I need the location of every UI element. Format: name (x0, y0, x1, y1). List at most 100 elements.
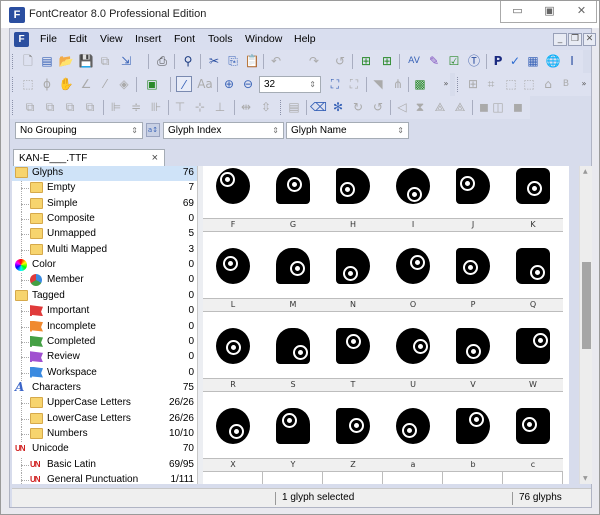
document-icon[interactable]: F (14, 32, 29, 47)
tree-item[interactable]: Completed 0 (12, 334, 197, 350)
insert-glyph-icon[interactable]: ⊞ (358, 53, 374, 69)
distribute-h-icon[interactable]: ⇹ (238, 99, 254, 115)
lock-icon[interactable]: ⌂ (540, 76, 556, 92)
print-icon[interactable]: ⎙ (154, 53, 170, 69)
tree-item[interactable]: Color 0 (12, 258, 197, 273)
scroll-thumb[interactable] (582, 262, 591, 349)
rectangle-select-icon[interactable]: ⬚ (20, 76, 36, 92)
grouping-select[interactable]: No Grouping ⇕ (15, 122, 143, 139)
zoom-level-input[interactable]: 32 ⇕ (259, 76, 321, 93)
toolbar-grip[interactable] (12, 100, 15, 115)
align-top-icon[interactable]: ⊤ (172, 99, 188, 115)
tree-item[interactable]: Composite 0 (12, 212, 197, 228)
menu-help[interactable]: Help (294, 33, 316, 45)
glyph-cell[interactable]: a (383, 392, 443, 472)
subtract-icon[interactable]: ◼ (510, 99, 526, 115)
mdi-close-button[interactable]: ✕ (583, 33, 596, 46)
bounds-icon[interactable]: ⬚ (503, 76, 519, 92)
mirror-icon[interactable]: ⟁ (452, 99, 468, 115)
bug-icon[interactable]: ✻ (330, 99, 346, 115)
glyph-cell[interactable]: G (263, 166, 323, 232)
zoom-in-icon[interactable]: ⊕ (221, 76, 237, 92)
zoom-out-icon[interactable]: ⊖ (240, 76, 256, 92)
tree-item[interactable]: Multi Mapped 3 (12, 242, 197, 258)
tree-item[interactable]: UN Unicode 70 (12, 442, 197, 457)
glyph-cell[interactable]: J (443, 166, 503, 232)
overflow-icon[interactable]: » (576, 76, 592, 92)
export-icon[interactable]: ⇲ (118, 53, 134, 69)
flip-h-icon[interactable]: ⧗ (412, 99, 428, 115)
test-icon[interactable]: ✎ (426, 53, 442, 69)
tree-item[interactable]: Review 0 (12, 350, 197, 366)
glyph-cell[interactable]: V (443, 312, 503, 392)
glyph-cell[interactable]: S (263, 312, 323, 392)
mdi-restore-button[interactable]: ❐ (568, 33, 582, 46)
minimize-button[interactable]: ▭ (501, 1, 534, 21)
toolbar-grip[interactable] (457, 77, 460, 92)
glyph-cell[interactable]: O (383, 232, 443, 312)
mdi-minimize-button[interactable]: _ (553, 33, 567, 46)
paste-icon[interactable]: 📋 (244, 53, 260, 69)
glyph-cell[interactable] (443, 472, 503, 484)
scroll-down-icon[interactable]: ▼ (583, 475, 588, 482)
undo-icon[interactable]: ↶ (268, 53, 284, 69)
validate-icon[interactable]: ☑ (446, 53, 462, 69)
hand-icon[interactable]: ✋ (58, 76, 74, 92)
fit-icon[interactable]: ⛶ (327, 76, 343, 92)
glyph-cell[interactable]: U (383, 312, 443, 392)
display-select[interactable]: Glyph Name ⇕ (286, 122, 409, 139)
menu-file[interactable]: File (40, 33, 57, 45)
tree-item[interactable]: Glyphs 76 (12, 166, 197, 181)
group-icon[interactable]: ⧉ (82, 99, 98, 115)
glyph-cell[interactable] (323, 472, 383, 484)
glyph-cell[interactable]: W (503, 312, 563, 392)
glyph-cell[interactable]: T (323, 312, 383, 392)
insert-char-icon[interactable]: ⊞ (379, 53, 395, 69)
group-icon[interactable]: ⧉ (62, 99, 78, 115)
fill-icon[interactable]: ◈ (116, 76, 132, 92)
menu-window[interactable]: Window (245, 33, 282, 45)
tree-item[interactable]: Incomplete 0 (12, 319, 197, 335)
overflow-icon[interactable]: » (438, 76, 454, 92)
glyph-cell[interactable] (503, 472, 563, 484)
lasso-icon[interactable]: ϕ (39, 76, 55, 92)
grid-snap-icon[interactable]: ⌗ (483, 76, 499, 92)
eraser-icon[interactable]: ⌫ (310, 99, 327, 115)
tree-item[interactable]: Important 0 (12, 304, 197, 320)
grid-toggle-icon[interactable]: ⁄ (176, 76, 192, 92)
bold-icon[interactable]: B (558, 76, 574, 92)
tree-item[interactable]: Empty 7 (12, 181, 197, 197)
transform-icon[interactable]: ▤ (286, 99, 302, 115)
tree-item[interactable]: UN General Punctuation 1/111 (12, 473, 197, 484)
glyph-cell[interactable]: c (503, 392, 563, 472)
glyph-cell[interactable]: I (383, 166, 443, 232)
menu-edit[interactable]: Edit (69, 33, 87, 45)
cut-icon[interactable]: ✂ (206, 53, 222, 69)
image-icon[interactable]: ▣ (144, 76, 160, 92)
bounds-snap-icon[interactable]: ⬚ (521, 76, 537, 92)
align-bottom-icon[interactable]: ⊥ (212, 99, 228, 115)
glyph-cell[interactable]: Q (503, 232, 563, 312)
glyph-cell[interactable]: M (263, 232, 323, 312)
sort-select[interactable]: Glyph Index ⇕ (163, 122, 284, 139)
glyph-cell[interactable]: K (503, 166, 563, 232)
glyph-preview-icon[interactable]: ▦ (525, 53, 541, 69)
refresh-icon[interactable]: ↺ (332, 53, 348, 69)
rotate-alt-icon[interactable]: ↺ (370, 99, 386, 115)
check-icon[interactable]: ✓ (507, 53, 523, 69)
glyph-cell[interactable]: P (443, 232, 503, 312)
toolbar-grip[interactable] (12, 54, 15, 69)
grid-icon[interactable]: ⊞ (465, 76, 481, 92)
group-icon[interactable]: ⧉ (22, 99, 38, 115)
glyph-cell[interactable]: N (323, 232, 383, 312)
new-icon[interactable]: 🗋 (20, 53, 36, 69)
tree-item[interactable]: Member 0 (12, 273, 197, 289)
fit-selection-icon[interactable]: ⛶ (346, 76, 362, 92)
spinner-icon[interactable]: ⇕ (309, 77, 316, 92)
glyph-cell[interactable] (203, 472, 263, 484)
find-icon[interactable]: ⚲ (180, 53, 196, 69)
node-icon[interactable]: ⋔ (390, 76, 406, 92)
skew-icon[interactable]: ◁ (394, 99, 410, 115)
glyph-cell[interactable]: F (203, 166, 263, 232)
menu-font[interactable]: Font (174, 33, 195, 45)
